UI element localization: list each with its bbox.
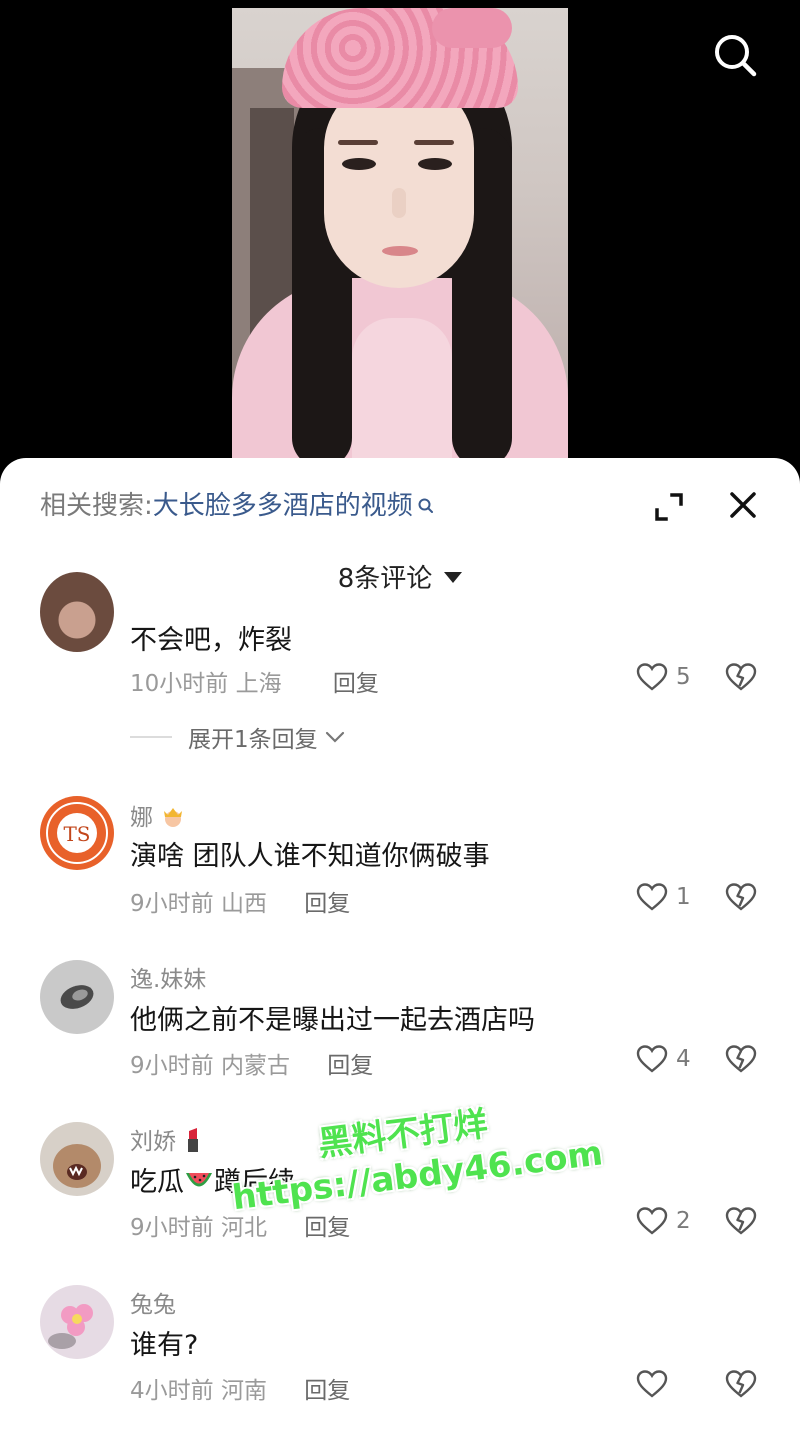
expand-icon bbox=[655, 493, 683, 521]
person-eye bbox=[418, 158, 452, 170]
dislike-button[interactable] bbox=[724, 882, 758, 916]
comment-text: 谁有? bbox=[130, 1330, 199, 1361]
crown-emoji-icon bbox=[160, 803, 186, 835]
dislike-button[interactable] bbox=[724, 662, 758, 696]
dislike-button[interactable] bbox=[724, 1044, 758, 1078]
person-face bbox=[324, 78, 474, 288]
heart-icon bbox=[636, 1370, 668, 1398]
heart-icon bbox=[636, 663, 668, 691]
comment-meta: 9小时前 河北 回复 bbox=[130, 1208, 350, 1242]
comment-username[interactable]: 刘娇 bbox=[130, 1122, 203, 1160]
headband-bow bbox=[432, 8, 512, 48]
reply-button[interactable]: 回复 bbox=[304, 891, 350, 917]
like-count: 5 bbox=[676, 664, 691, 690]
comment-username[interactable]: 兔兔 bbox=[130, 1285, 176, 1319]
person-brow bbox=[338, 140, 378, 145]
comment-text: 吃瓜 蹲后续 bbox=[130, 1167, 295, 1199]
like-button[interactable]: 2 bbox=[636, 1206, 691, 1236]
expand-replies-label: 展开1条回复 bbox=[188, 727, 318, 753]
divider bbox=[130, 736, 172, 738]
reply-button[interactable]: 回复 bbox=[304, 1215, 350, 1241]
heart-icon bbox=[636, 883, 668, 911]
reply-button[interactable]: 回复 bbox=[327, 1053, 373, 1079]
comment-text: 演啥 团队人谁不知道你俩破事 bbox=[130, 841, 490, 872]
watermelon-emoji-icon bbox=[184, 1168, 214, 1199]
comment-meta: 10小时前 上海 回复 bbox=[130, 664, 379, 698]
broken-heart-icon bbox=[725, 883, 757, 911]
close-button[interactable] bbox=[726, 488, 760, 522]
person-brow bbox=[414, 140, 454, 145]
comment-text: 他俩之前不是曝出过一起去酒店吗 bbox=[130, 1005, 535, 1036]
video-frame[interactable] bbox=[232, 8, 568, 468]
person-shirt bbox=[232, 278, 568, 468]
search-icon bbox=[417, 489, 435, 525]
comment-meta: 9小时前 内蒙古 回复 bbox=[130, 1046, 373, 1080]
comment-location: 上海 bbox=[235, 671, 282, 697]
comment-time: 9小时前 bbox=[130, 1215, 214, 1241]
avatar[interactable] bbox=[40, 572, 114, 652]
like-button[interactable] bbox=[636, 1369, 676, 1399]
like-count: 1 bbox=[676, 884, 691, 910]
lipstick-emoji-icon bbox=[183, 1126, 203, 1160]
broken-heart-icon bbox=[725, 1207, 757, 1235]
comment-time: 10小时前 bbox=[130, 671, 229, 697]
avatar[interactable]: TS bbox=[40, 796, 114, 870]
like-count: 4 bbox=[676, 1046, 691, 1072]
heart-icon bbox=[636, 1045, 668, 1073]
person-mouth bbox=[382, 246, 418, 256]
like-count: 2 bbox=[676, 1208, 691, 1234]
heart-icon bbox=[636, 1207, 668, 1235]
like-button[interactable]: 1 bbox=[636, 882, 691, 912]
comment-time: 9小时前 bbox=[130, 891, 214, 917]
related-search-label: 相关搜索: bbox=[40, 491, 153, 521]
caret-down-icon bbox=[444, 572, 463, 583]
comment-count-toggle[interactable]: 8条评论 bbox=[0, 558, 800, 595]
comment-sheet: 相关搜索:大长脸多多酒店的视频 8条评论 不会吧，炸裂 10小时前 上海 回复 … bbox=[0, 458, 800, 1450]
search-icon bbox=[715, 35, 757, 77]
avatar[interactable] bbox=[40, 1285, 114, 1359]
comment-location: 河北 bbox=[220, 1215, 267, 1241]
close-icon bbox=[730, 492, 756, 518]
dislike-button[interactable] bbox=[724, 1206, 758, 1240]
svg-text:TS: TS bbox=[63, 822, 90, 846]
person-nose bbox=[392, 188, 406, 218]
dislike-button[interactable] bbox=[724, 1369, 758, 1403]
person-eye bbox=[342, 158, 376, 170]
chevron-down-icon bbox=[325, 731, 344, 743]
avatar-logo: TS bbox=[46, 802, 108, 864]
search-button[interactable] bbox=[710, 30, 760, 80]
avatar-image bbox=[60, 985, 94, 1009]
avatar[interactable] bbox=[40, 1122, 114, 1196]
comment-location: 河南 bbox=[220, 1378, 267, 1404]
comment-location: 内蒙古 bbox=[220, 1053, 290, 1079]
reply-button[interactable]: 回复 bbox=[333, 671, 379, 697]
comment-time: 4小时前 bbox=[130, 1378, 214, 1404]
broken-heart-icon bbox=[725, 1045, 757, 1073]
related-search-query[interactable]: 大长脸多多酒店的视频 bbox=[153, 491, 413, 521]
broken-heart-icon bbox=[725, 663, 757, 691]
avatar-image bbox=[48, 1304, 93, 1349]
broken-heart-icon bbox=[725, 1370, 757, 1398]
comment-text: 不会吧，炸裂 bbox=[130, 625, 292, 656]
avatar-image bbox=[53, 1144, 101, 1188]
expand-button[interactable] bbox=[652, 490, 686, 524]
video-player[interactable] bbox=[0, 0, 800, 470]
comment-username[interactable]: 娜 bbox=[130, 798, 186, 835]
comment-meta: 4小时前 河南 回复 bbox=[130, 1371, 350, 1405]
comment-count: 8条评论 bbox=[337, 564, 433, 594]
like-button[interactable]: 5 bbox=[636, 662, 691, 692]
reply-button[interactable]: 回复 bbox=[304, 1378, 350, 1404]
comment-location: 山西 bbox=[220, 891, 267, 917]
comment-meta: 9小时前 山西 回复 bbox=[130, 884, 350, 918]
expand-replies-button[interactable]: 展开1条回复 bbox=[130, 720, 346, 754]
avatar[interactable] bbox=[40, 960, 114, 1034]
related-search[interactable]: 相关搜索:大长脸多多酒店的视频 bbox=[40, 488, 435, 525]
comment-username[interactable]: 逸.妹妹 bbox=[130, 960, 206, 994]
comment-time: 9小时前 bbox=[130, 1053, 214, 1079]
like-button[interactable]: 4 bbox=[636, 1044, 691, 1074]
